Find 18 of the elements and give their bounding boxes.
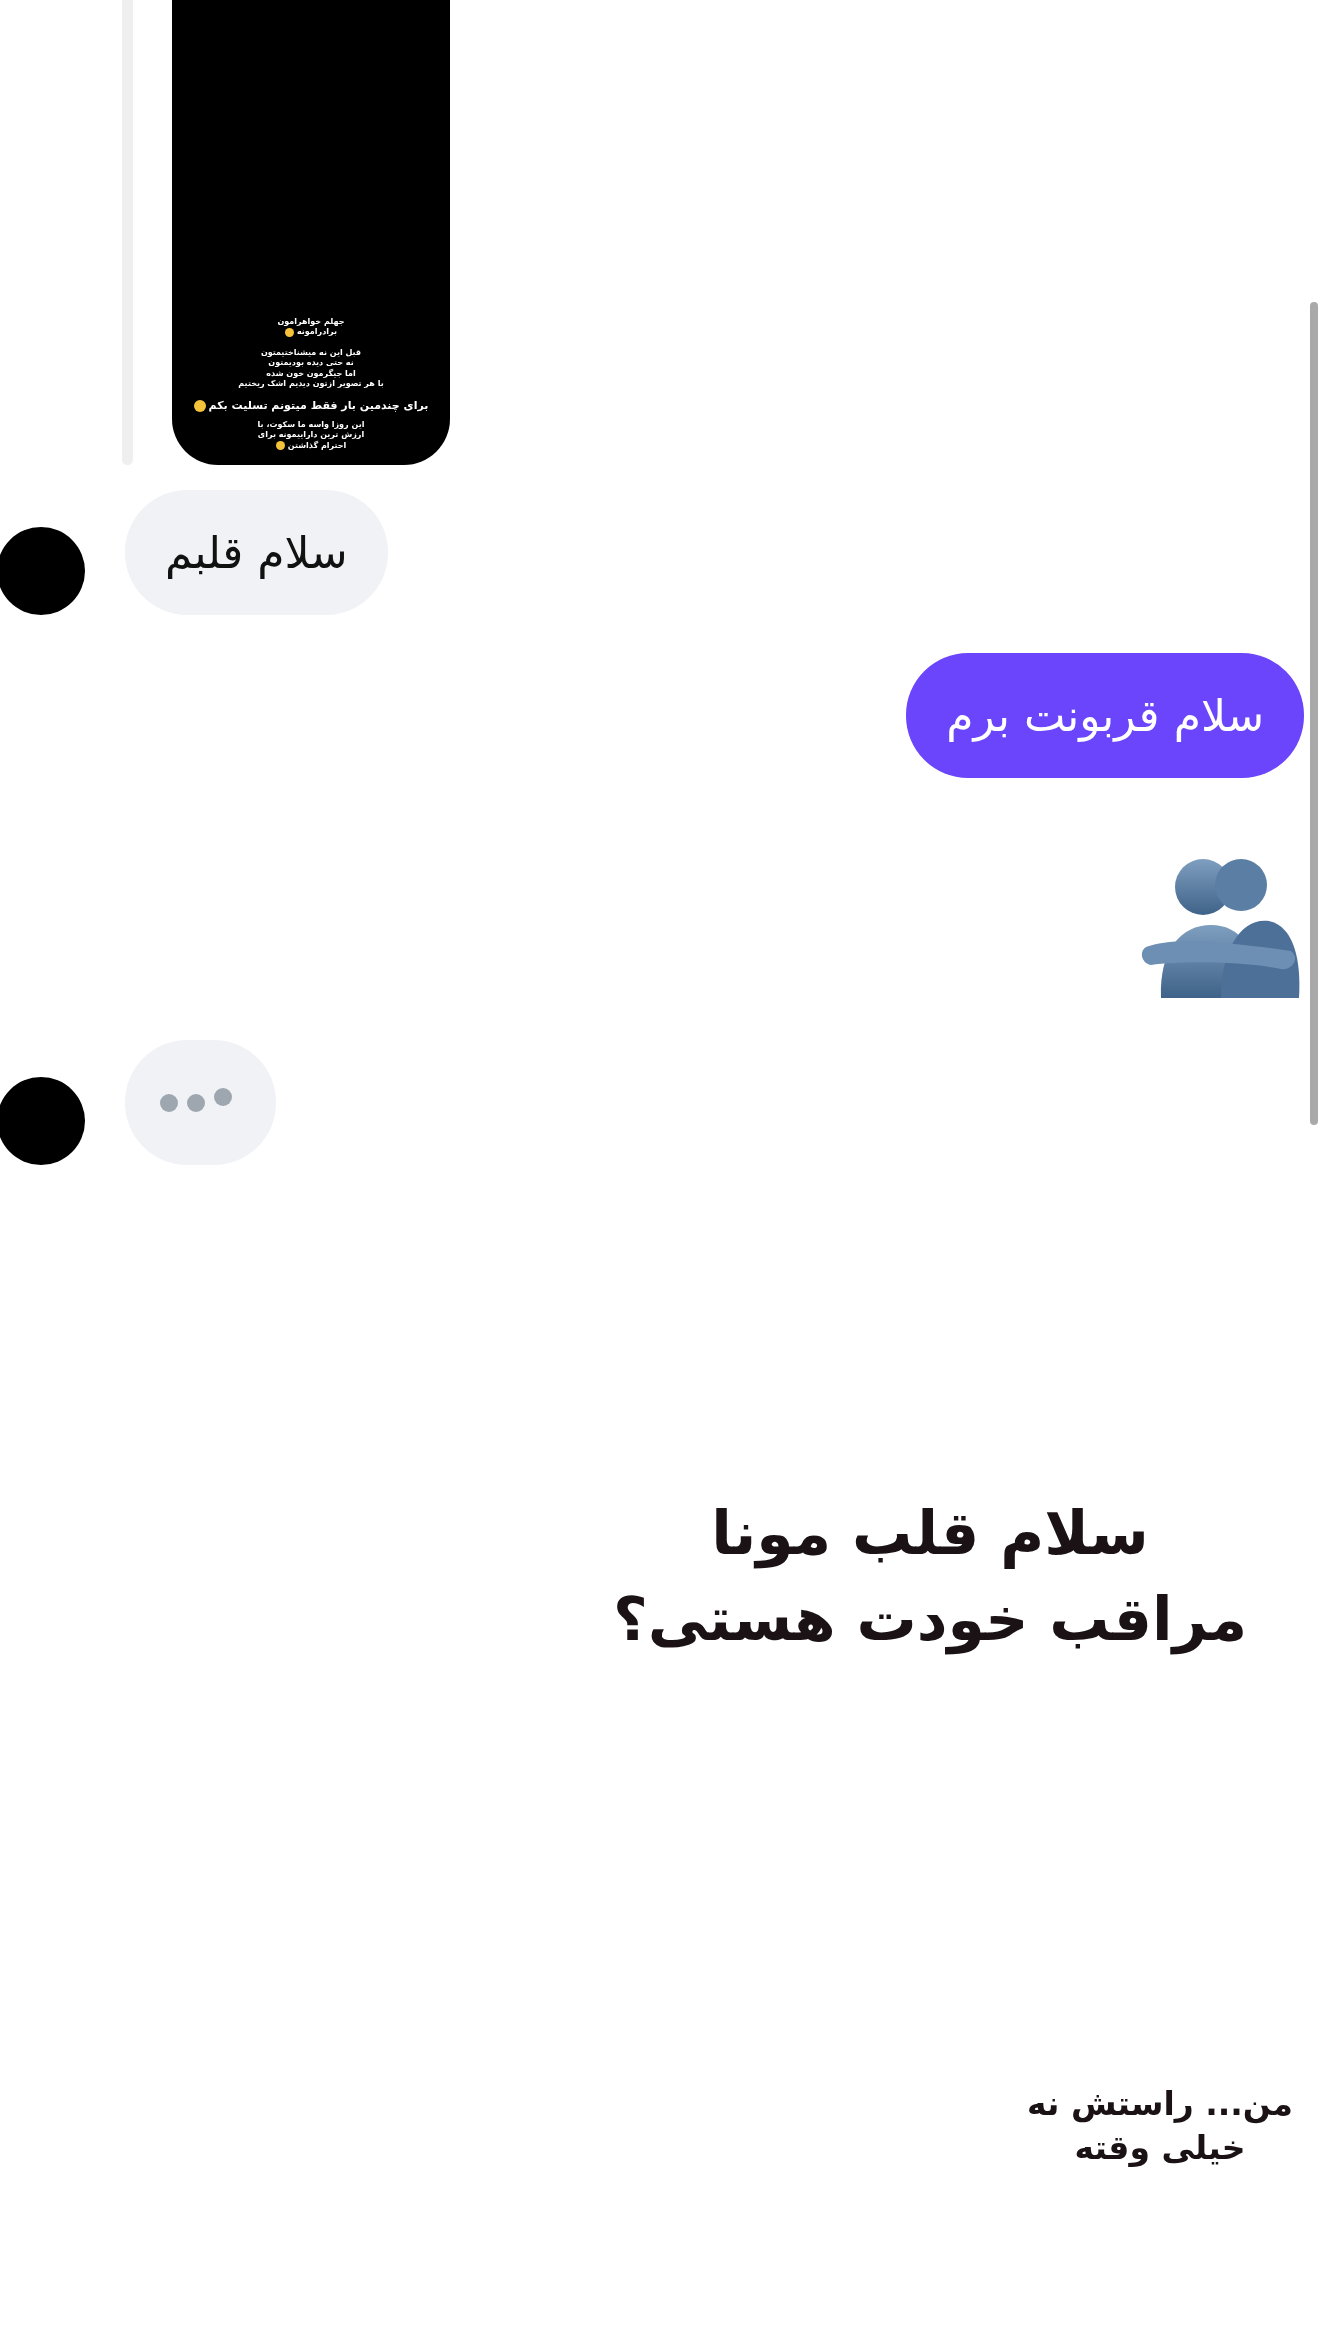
caption-text: خیلی وقته <box>1074 2127 1246 2169</box>
story-text: با هر تصویر ازتون دیدیم اشک ریختیم <box>238 379 384 390</box>
message-bubble: سلام قلبم <box>125 490 388 615</box>
caption-text: سلام قلب مونا <box>711 1497 1149 1571</box>
story-text: اما جیگرمون خون شده <box>266 368 356 379</box>
scrollbar[interactable] <box>1310 302 1318 1125</box>
caption-text: من... راستش نه <box>1027 2083 1293 2126</box>
story-text: این روزا واسه ما سکوت، با <box>257 419 365 430</box>
shared-story[interactable] <box>172 0 450 465</box>
story-text: احترام گذاشتن <box>287 440 347 451</box>
story-text: برادرامونه <box>297 327 337 338</box>
story-text: برای چندمین بار فقط میتونم تسلیت بکم <box>208 397 429 414</box>
story-text: جهلم خواهرامون <box>277 316 345 327</box>
story-text: ارزش ترین داراییمونه برای <box>257 430 365 441</box>
caption-text: مراقب خودت هستی؟ <box>612 1583 1248 1657</box>
story-text: قبل این نه میشناختیمتون <box>260 347 362 358</box>
message-bubble: سلام قربونت برم <box>906 653 1304 778</box>
story-text: نه حتی دیده بودیمتون <box>268 358 354 369</box>
